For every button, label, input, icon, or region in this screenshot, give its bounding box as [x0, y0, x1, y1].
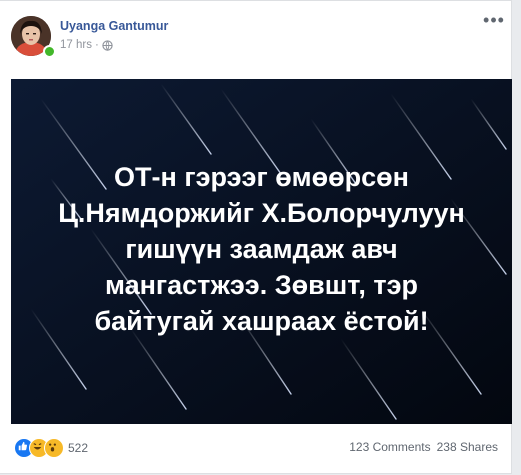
post-timestamp[interactable]: 17 hrs	[60, 39, 92, 51]
shares-count[interactable]: 238 Shares	[437, 440, 498, 454]
author-name[interactable]: Uyanga Gantumur	[60, 19, 168, 33]
post-header: Uyanga Gantumur 17 hrs · •••	[0, 1, 512, 79]
post-footer: 522 123 Comments 238 Shares	[0, 424, 512, 475]
globe-icon[interactable]	[102, 39, 113, 51]
post-image[interactable]: ОТ-н гэрээг өмөөрсөн Ц.Нямдоржийг Х.Боло…	[11, 79, 512, 424]
post-meta: 17 hrs ·	[60, 39, 113, 51]
post-stats: 123 Comments 238 Shares	[349, 440, 498, 454]
reactions-summary[interactable]: 522	[14, 438, 88, 458]
post-image-text: ОТ-н гэрээг өмөөрсөн Ц.Нямдоржийг Х.Боло…	[58, 162, 465, 336]
wow-icon	[44, 438, 64, 458]
reaction-count[interactable]: 522	[68, 441, 88, 455]
meta-separator: ·	[94, 39, 99, 51]
online-status-indicator	[43, 45, 56, 58]
comments-count[interactable]: 123 Comments	[349, 440, 430, 454]
post-card: Uyanga Gantumur 17 hrs · ••• ОТ-н гэрээг…	[0, 0, 512, 474]
more-options-icon[interactable]: •••	[480, 11, 508, 33]
